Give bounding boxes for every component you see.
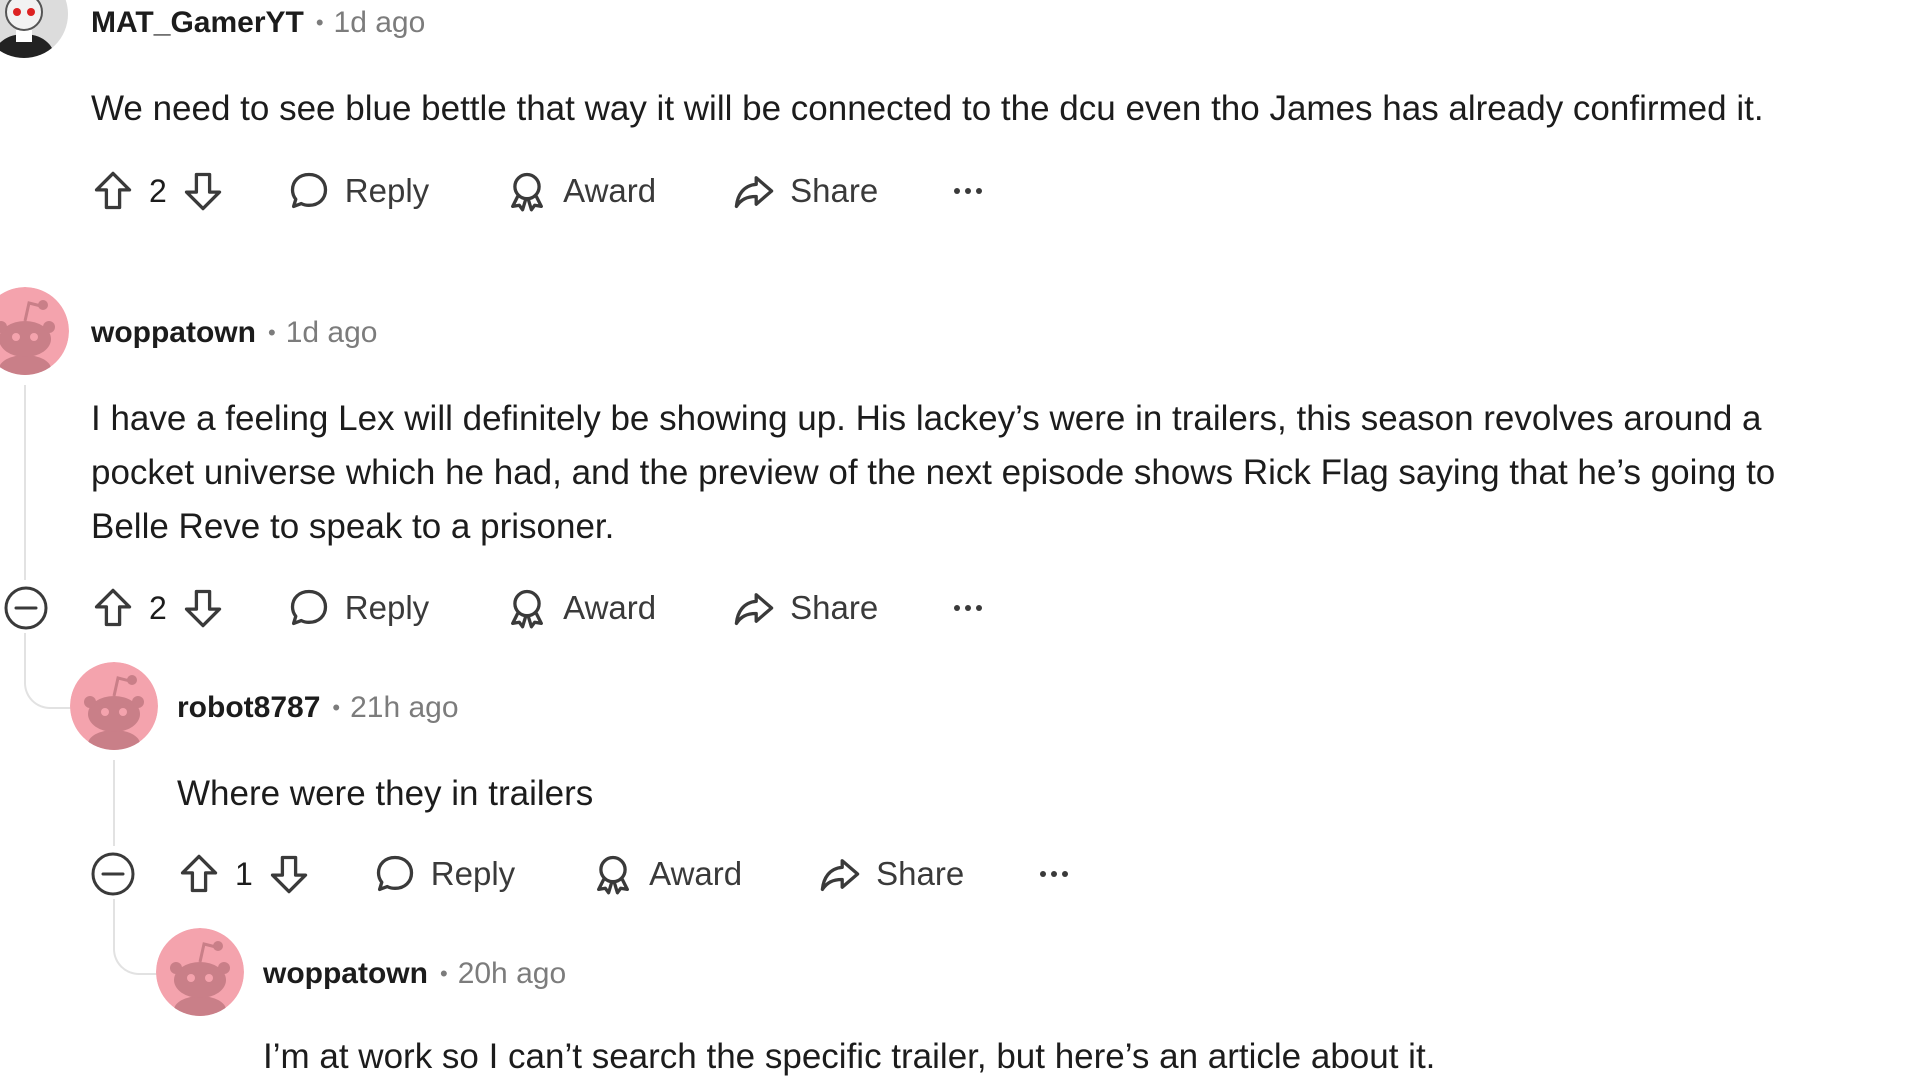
reply-label: Reply <box>344 172 430 209</box>
meta-separator: • <box>332 695 341 720</box>
comment-meta: woppatown • 20h ago <box>263 954 566 994</box>
award-icon <box>591 852 635 896</box>
comment-meta: MAT_GamerYT • 1d ago <box>91 3 425 43</box>
share-icon <box>818 852 862 896</box>
comment-text: I’m at work so I can’t search the specif… <box>263 1037 1436 1076</box>
collapse-icon[interactable] <box>90 851 136 897</box>
thread-connector <box>24 633 72 709</box>
vote-count: 1 <box>235 855 253 892</box>
username[interactable]: woppatown <box>263 957 428 991</box>
share-icon <box>732 586 776 630</box>
username[interactable]: MAT_GamerYT <box>91 6 304 40</box>
thread-line[interactable] <box>113 760 115 846</box>
downvote-icon[interactable] <box>181 169 225 213</box>
share-label: Share <box>790 172 879 209</box>
meta-separator: • <box>267 320 276 345</box>
award-icon <box>505 169 549 213</box>
custom-avatar-icon <box>0 0 68 58</box>
comment-text-line: pocket universe which he had, and the pr… <box>91 453 1776 492</box>
comment-text: We need to see blue bettle that way it w… <box>91 89 1764 128</box>
collapse-icon[interactable] <box>3 585 49 631</box>
username[interactable]: robot8787 <box>177 691 320 725</box>
reply-button[interactable]: Reply <box>373 852 515 896</box>
vote-count: 2 <box>149 172 167 209</box>
meta-separator: • <box>315 10 324 35</box>
comment-icon <box>373 852 417 896</box>
username[interactable]: woppatown <box>91 316 256 350</box>
upvote-icon[interactable] <box>91 586 135 630</box>
award-button[interactable]: Award <box>591 852 742 896</box>
share-button[interactable]: Share <box>732 169 878 213</box>
timestamp[interactable]: 1d ago <box>286 316 378 350</box>
comment-text-line: Belle Reve to speak to a prisoner. <box>91 507 615 546</box>
comment-meta: woppatown • 1d ago <box>91 313 377 353</box>
award-button[interactable]: Award <box>505 169 656 213</box>
comment-text: Where were they in trailers <box>177 774 594 813</box>
thread-connector <box>113 899 159 975</box>
timestamp[interactable]: 20h ago <box>458 957 566 991</box>
upvote-icon[interactable] <box>177 852 221 896</box>
meta-separator: • <box>439 961 448 986</box>
reply-button[interactable]: Reply <box>287 169 429 213</box>
comment-actions: 2 Reply Award Share <box>91 163 988 219</box>
more-icon[interactable] <box>1034 854 1074 894</box>
vote-count: 2 <box>149 589 167 626</box>
reply-label: Reply <box>344 589 430 626</box>
comment-meta: robot8787 • 21h ago <box>177 688 459 728</box>
share-button[interactable]: Share <box>732 586 878 630</box>
comment-icon <box>287 586 331 630</box>
share-button[interactable]: Share <box>818 852 964 896</box>
snoo-avatar-icon <box>156 928 244 1016</box>
upvote-icon[interactable] <box>91 169 135 213</box>
snoo-avatar-icon <box>0 287 69 375</box>
downvote-icon[interactable] <box>181 586 225 630</box>
comment-actions: 1 Reply Award Share <box>177 846 1074 902</box>
avatar[interactable] <box>156 928 244 1016</box>
comment-actions: 2 Reply Award Share <box>91 580 988 636</box>
timestamp[interactable]: 21h ago <box>350 691 458 725</box>
thread-line[interactable] <box>24 385 26 580</box>
share-icon <box>732 169 776 213</box>
avatar[interactable] <box>70 662 158 750</box>
comment-icon <box>287 169 331 213</box>
snoo-avatar-icon <box>70 662 158 750</box>
avatar[interactable] <box>0 287 69 375</box>
share-label: Share <box>790 589 879 626</box>
avatar[interactable] <box>0 0 68 58</box>
comment-text-line: I have a feeling Lex will definitely be … <box>91 399 1762 438</box>
award-label: Award <box>649 855 743 892</box>
share-label: Share <box>876 855 965 892</box>
award-label: Award <box>563 172 657 209</box>
award-icon <box>505 586 549 630</box>
reply-label: Reply <box>430 855 516 892</box>
more-icon[interactable] <box>948 171 988 211</box>
comment-text: I have a feeling Lex will definitely be … <box>91 392 1775 554</box>
reply-button[interactable]: Reply <box>287 586 429 630</box>
timestamp[interactable]: 1d ago <box>334 6 426 40</box>
downvote-icon[interactable] <box>267 852 311 896</box>
award-button[interactable]: Award <box>505 586 656 630</box>
award-label: Award <box>563 589 657 626</box>
more-icon[interactable] <box>948 588 988 628</box>
